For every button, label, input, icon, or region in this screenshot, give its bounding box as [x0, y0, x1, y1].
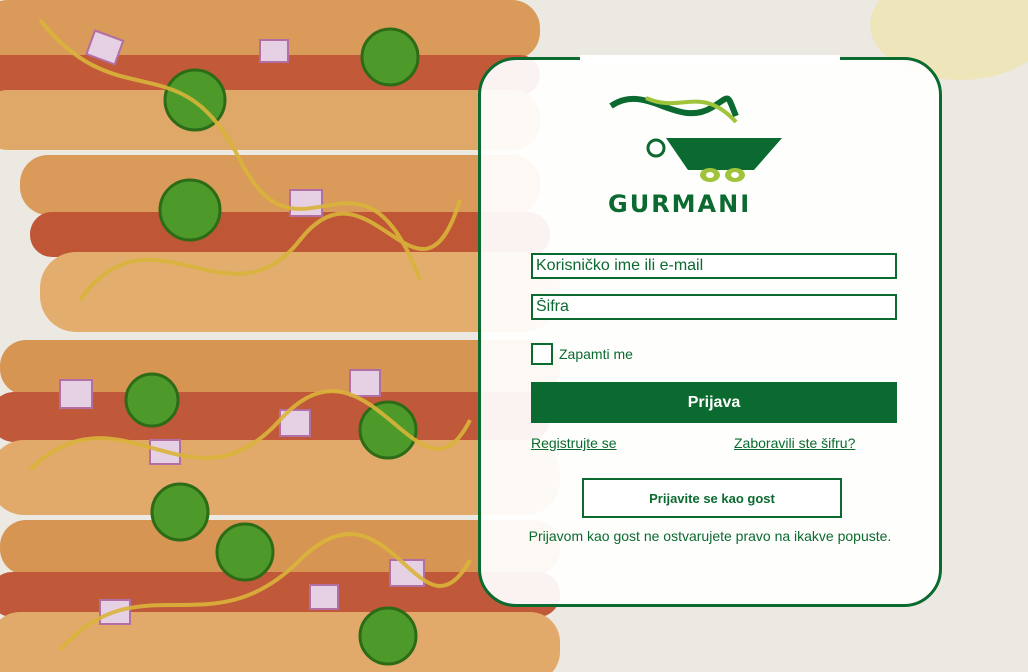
remember-me-label: Zapamti me: [559, 346, 633, 362]
forgot-password-link[interactable]: Zaboravili ste šifru?: [734, 435, 855, 451]
gurmani-logo: GURMANI: [606, 88, 816, 218]
guest-login-button[interactable]: Prijavite se kao gost: [582, 478, 842, 518]
remember-me-checkbox[interactable]: [531, 343, 553, 365]
guest-note: Prijavom kao gost ne ostvarujete pravo n…: [528, 528, 892, 544]
username-input[interactable]: [531, 253, 897, 279]
login-button[interactable]: Prijava: [531, 382, 897, 423]
card-top-accent: [580, 55, 840, 61]
password-input[interactable]: [531, 294, 897, 320]
remember-me[interactable]: Zapamti me: [531, 343, 633, 365]
logo-wordmark: GURMANI: [608, 190, 751, 216]
register-link[interactable]: Registrujte se: [531, 435, 617, 451]
